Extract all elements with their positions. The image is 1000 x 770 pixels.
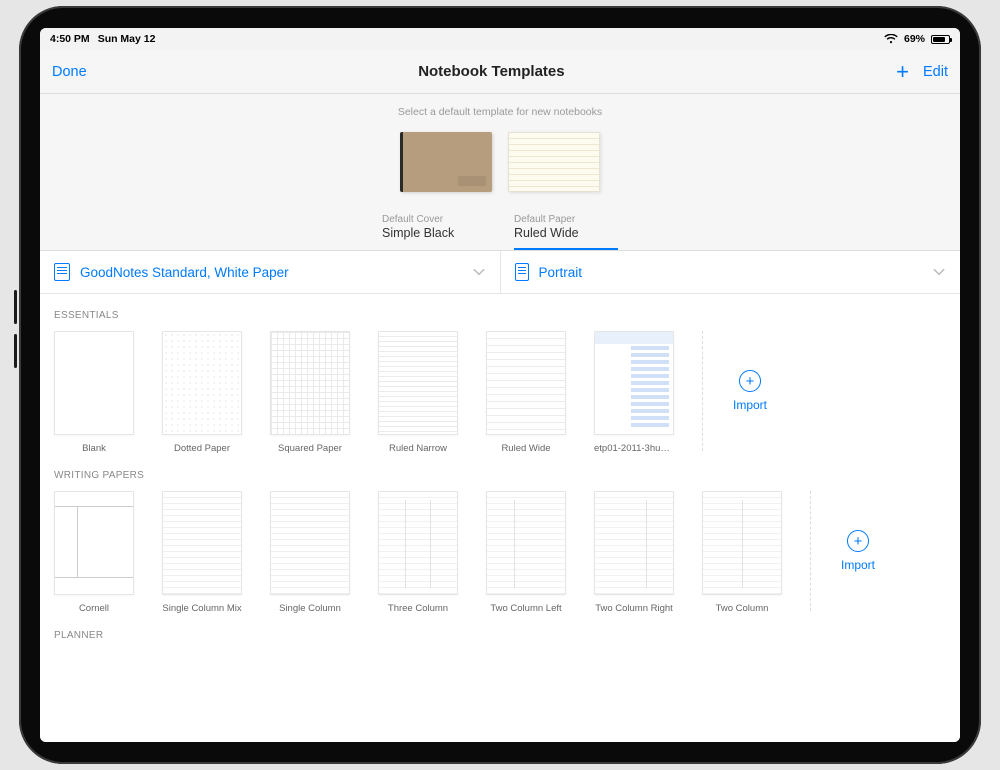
orientation-icon [515, 263, 529, 281]
template-label: Ruled Narrow [378, 443, 458, 454]
template-preview [54, 491, 134, 595]
import-button-essentials[interactable]: + Import [702, 331, 767, 451]
template-label: Single Column Mix [162, 603, 242, 614]
battery-percent: 69% [904, 33, 925, 45]
template-preview [486, 491, 566, 595]
wifi-icon [884, 34, 898, 44]
template-preview [702, 491, 782, 595]
template-label: etp01-2011-3hus-c1 [594, 443, 674, 454]
template-label: Squared Paper [270, 443, 350, 454]
orientation-selector[interactable]: Portrait [501, 251, 961, 293]
default-paper-preview[interactable] [508, 132, 600, 192]
template-item[interactable]: Dotted Paper [162, 331, 242, 454]
status-time: 4:50 PM [50, 33, 90, 45]
template-label: Two Column [702, 603, 782, 614]
template-label: Single Column [270, 603, 350, 614]
edit-button[interactable]: Edit [923, 64, 948, 80]
template-item[interactable]: Two Column Left [486, 491, 566, 614]
template-item[interactable]: Cornell [54, 491, 134, 614]
default-cover-preview[interactable] [400, 132, 492, 192]
template-label: Cornell [54, 603, 134, 614]
add-button[interactable]: + [896, 61, 909, 83]
template-item[interactable]: etp01-2011-3hus-c1 [594, 331, 674, 454]
template-item[interactable]: Three Column [378, 491, 458, 614]
status-date: Sun May 12 [98, 33, 156, 45]
template-label: Blank [54, 443, 134, 454]
template-preview [378, 331, 458, 435]
template-preview [486, 331, 566, 435]
header-subtitle: Select a default template for new notebo… [40, 106, 960, 118]
template-preview [162, 331, 242, 435]
import-button-writing[interactable]: + Import [810, 491, 875, 611]
status-bar: 4:50 PM Sun May 12 69% [40, 28, 960, 50]
plus-icon: + [847, 530, 869, 552]
section-label-writing: WRITING PAPERS [40, 454, 960, 491]
template-item[interactable]: Single Column Mix [162, 491, 242, 614]
done-button[interactable]: Done [52, 64, 87, 80]
default-cover-tab[interactable]: Default Cover Simple Black [382, 210, 486, 250]
chevron-down-icon [472, 265, 486, 279]
page-title: Notebook Templates [418, 63, 564, 80]
template-label: Dotted Paper [162, 443, 242, 454]
template-preview [594, 331, 674, 435]
navigation-bar: Done Notebook Templates + Edit [40, 50, 960, 94]
template-label: Two Column Right [594, 603, 674, 614]
template-preview [594, 491, 674, 595]
template-label: Two Column Left [486, 603, 566, 614]
default-template-header: Select a default template for new notebo… [40, 94, 960, 251]
paper-icon [54, 263, 70, 281]
template-label: Three Column [378, 603, 458, 614]
section-label-essentials: ESSENTIALS [40, 294, 960, 331]
template-item[interactable]: Blank [54, 331, 134, 454]
default-paper-tab[interactable]: Default Paper Ruled Wide [514, 210, 618, 250]
template-item[interactable]: Squared Paper [270, 331, 350, 454]
template-item[interactable]: Single Column [270, 491, 350, 614]
template-preview [378, 491, 458, 595]
template-preview [270, 331, 350, 435]
template-preview [270, 491, 350, 595]
template-item[interactable]: Ruled Wide [486, 331, 566, 454]
template-item[interactable]: Two Column Right [594, 491, 674, 614]
paper-type-selector[interactable]: GoodNotes Standard, White Paper [40, 251, 501, 293]
plus-icon: + [739, 370, 761, 392]
template-preview [54, 331, 134, 435]
template-label: Ruled Wide [486, 443, 566, 454]
chevron-down-icon [932, 265, 946, 279]
battery-icon [931, 35, 950, 44]
template-preview [162, 491, 242, 595]
template-item[interactable]: Ruled Narrow [378, 331, 458, 454]
section-label-planner: PLANNER [40, 614, 960, 651]
template-item[interactable]: Two Column [702, 491, 782, 614]
